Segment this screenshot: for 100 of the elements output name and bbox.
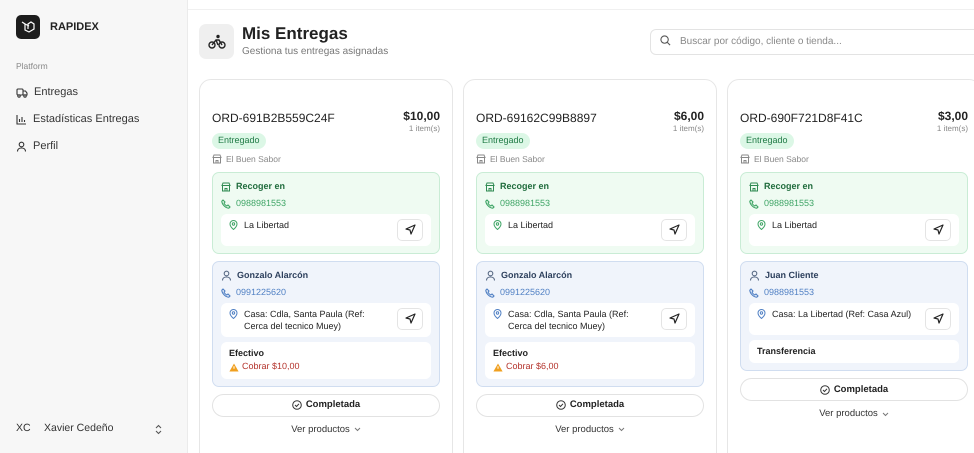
navigation-arrow-icon [932,224,944,236]
navigate-button[interactable] [397,218,423,241]
phone-icon [485,199,495,209]
item-count: 1 item(s) [672,123,704,135]
item-count: 1 item(s) [936,123,968,135]
payment-method: Efectivo [493,346,530,360]
pickup-label: Recoger en [764,180,814,193]
amount-due: Cobrar $6,00 [506,360,559,374]
order-total: $3,00 [936,109,968,123]
brand-name: RAPIDEX [50,20,99,35]
store-name: El Buen Sabor [226,153,281,166]
store-icon [740,154,750,164]
status-badge: Entregado [212,133,266,148]
completed-button[interactable]: Completada [212,394,440,417]
user-name: Xavier Cedeño [44,421,114,436]
phone-number: 0991225620 [236,286,286,300]
phone-icon [749,199,759,209]
address-text: Casa: Cdla, Santa Paula (Ref: Cerca del tecnico Muey) [244,308,366,332]
nav-link[interactable]: Perfil [16,132,179,160]
phone-number: 0988981553 [764,286,814,300]
bicycle-icon [199,24,234,59]
amount-due: Cobrar $10,00 [242,360,300,374]
page-title: Mis Entregas [242,24,349,44]
store-icon [476,154,486,164]
map-pin-icon [493,308,502,319]
map-pin-icon [757,308,766,319]
navigation-arrow-icon [404,224,416,236]
user-icon [749,270,760,281]
store-icon [221,182,231,192]
map-pin-icon [493,220,502,230]
navigation-arrow-icon [668,313,680,324]
navigate-button[interactable] [925,218,951,241]
pickup-label: Recoger en [236,180,286,193]
phone-number: 0988981553 [500,197,550,210]
logo-icon [16,15,40,39]
pickup-label: Recoger en [500,180,550,193]
navigation-arrow-icon [668,224,680,236]
store-icon [749,182,759,192]
navigate-button[interactable] [925,308,951,330]
address-text: La Libertad [772,218,818,231]
check-circle-icon [820,384,830,395]
user-icon [485,270,496,281]
phone-number: 0991225620 [500,286,550,300]
navigate-button[interactable] [661,308,687,330]
nav-link[interactable]: Estadísticas Entregas [16,106,179,133]
user-initials: XC [16,421,32,436]
map-pin-icon [229,308,238,319]
order-code: ORD-690F721D8F41C [740,110,863,127]
search-icon [660,35,671,46]
navigation-arrow-icon [932,313,944,324]
store-icon [485,182,495,192]
status-badge: Entregado [476,133,530,148]
map-pin-icon [757,220,766,230]
user-icon [221,270,232,281]
search-field[interactable]: Buscar por código, cliente o tienda... [650,28,974,54]
completed-button[interactable]: Completada [740,378,968,402]
nav-link[interactable]: Entregas [16,78,179,106]
customer-name: Gonzalo Alarcón [237,268,308,282]
section-label: Platform [16,60,49,73]
store-name: El Buen Sabor [754,153,809,166]
customer-name: Juan Cliente [765,268,819,282]
page-subtitle: Gestiona tus entregas asignadas [242,45,388,59]
order-code: ORD-691B2B559C24F [212,110,335,127]
address-text: La Libertad [508,218,554,231]
check-circle-icon [556,400,566,410]
phone-icon [749,288,759,298]
map-pin-icon [229,220,238,230]
phone-number: 0988981553 [236,197,286,210]
check-circle-icon [292,400,302,410]
store-name: El Buen Sabor [490,153,545,166]
status-badge: Entregado [740,133,794,148]
payment-method: Efectivo [229,346,266,360]
navigate-button[interactable] [661,218,687,241]
chevron-down-icon [354,427,361,432]
order-total: $10,00 [403,109,440,123]
store-icon [212,154,222,164]
truck-icon [16,86,28,98]
warning-icon [493,362,503,372]
products-link[interactable]: Ver productos [819,407,889,422]
order-total: $6,00 [672,109,704,123]
bar-chart-icon [16,114,27,125]
phone-icon [485,288,495,298]
address-text: La Libertad [244,218,290,231]
phone-icon [221,288,231,298]
customer-name: Gonzalo Alarcón [501,268,572,282]
phone-number: 0988981553 [764,197,814,210]
completed-button[interactable]: Completada [476,394,704,417]
navigation-arrow-icon [404,313,416,324]
payment-method: Transferencia [757,344,817,358]
warning-icon [229,362,239,372]
item-count: 1 item(s) [408,123,440,135]
address-text: Casa: La Libertad (Ref: Casa Azul) [772,308,912,320]
user-menu[interactable]: XC Xavier Cedeño [16,415,179,443]
chevron-up-down-icon [154,424,163,434]
address-text: Casa: Cdla, Santa Paula (Ref: Cerca del tecnico Muey) [508,308,630,332]
products-link[interactable]: Ver productos [555,422,625,437]
navigate-button[interactable] [397,308,423,330]
phone-icon [221,199,231,209]
chevron-down-icon [882,412,889,417]
products-link[interactable]: Ver productos [291,422,361,437]
